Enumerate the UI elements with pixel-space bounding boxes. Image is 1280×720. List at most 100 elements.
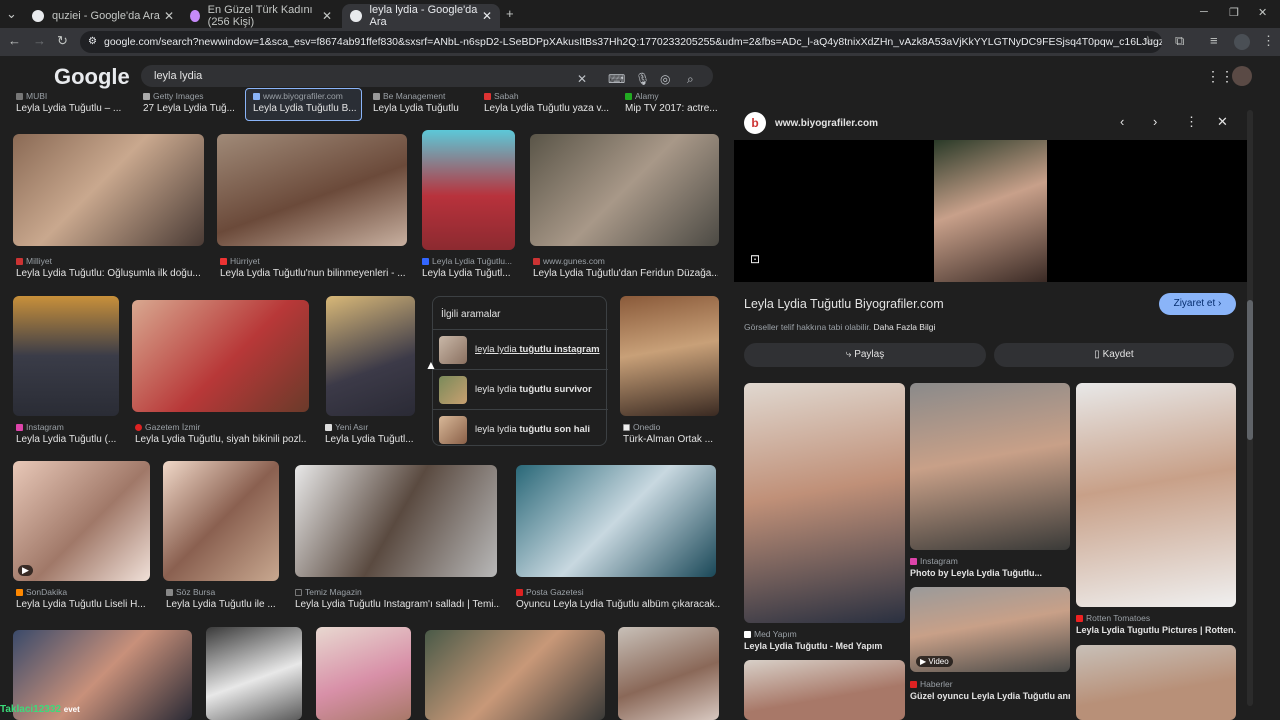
result-image[interactable] [618, 627, 719, 720]
result-image[interactable] [132, 300, 309, 412]
video-badge: ▶ Video [916, 656, 953, 667]
result-image[interactable] [163, 461, 279, 581]
result-title[interactable]: Leyla Lydia Tuğutl... [422, 268, 517, 279]
tab-3-active[interactable]: leyla lydia - Google'da Ara ✕ [342, 4, 500, 28]
site-info-icon[interactable]: ⚙ [88, 31, 97, 53]
result-title[interactable]: 27 Leyla Lydia Tuğ... [143, 103, 238, 114]
more-info-link[interactable]: Daha Fazla Bilgi [873, 322, 935, 332]
result-image[interactable] [206, 627, 302, 720]
new-tab-icon[interactable]: + [506, 6, 514, 21]
address-bar[interactable]: ⚙ google.com/search?newwindow=1&sca_esv=… [80, 31, 1162, 53]
result-title[interactable]: Leyla Lydia Tuğutlu Liseli H... [16, 599, 151, 610]
save-button[interactable]: ▯ Kaydet [994, 343, 1234, 367]
profile-avatar[interactable] [1234, 34, 1250, 50]
result-image[interactable] [295, 465, 497, 577]
panel-result-title[interactable]: Photo by Leyla Lydia Tuğutlu... [910, 568, 1070, 578]
close-tab-icon[interactable]: ✕ [164, 9, 174, 23]
result-image[interactable] [316, 627, 411, 720]
result-title[interactable]: Leyla Lydia Tuğutlu [373, 103, 483, 114]
bookmark-star-icon[interactable]: ☆ [1142, 33, 1154, 49]
visit-button[interactable]: Ziyaret et › [1159, 293, 1236, 315]
reload-icon[interactable]: ↻ [57, 33, 68, 49]
result-title[interactable]: Leyla Lydia Tuğutlu: Oğluşumla ilk doğu.… [16, 268, 206, 279]
result-image[interactable] [326, 296, 415, 416]
next-icon[interactable]: › [1153, 114, 1157, 129]
related-item[interactable]: leyla lydia tuğutlu son hali [433, 409, 608, 449]
related-item[interactable]: leyla lydia tuğutlu survivor [433, 369, 608, 409]
panel-result-image[interactable] [910, 383, 1070, 550]
search-box[interactable]: leyla lydia ✕ ⌨ 🎙 ◎ ⌕ [141, 65, 713, 87]
google-logo[interactable]: Google [54, 64, 130, 90]
close-window-icon[interactable]: ✕ [1258, 6, 1267, 19]
result-title[interactable]: Mip TV 2017: actre... [625, 103, 720, 114]
source-icon [16, 424, 23, 431]
lens-search-icon[interactable]: ⊡ [750, 252, 760, 266]
result-image[interactable] [13, 134, 204, 246]
source-icon [744, 631, 751, 638]
close-tab-icon[interactable]: ✕ [322, 9, 332, 23]
tab-1[interactable]: quziei - Google'da Ara ✕ [24, 4, 182, 28]
result-image[interactable] [13, 461, 150, 581]
result-image[interactable] [425, 630, 605, 720]
prev-icon[interactable]: ‹ [1120, 114, 1124, 129]
clear-icon[interactable]: ✕ [577, 68, 587, 90]
result-image[interactable] [516, 465, 716, 577]
account-avatar[interactable] [1232, 66, 1252, 86]
result-title[interactable]: Leyla Lydia Tuğutl... [325, 434, 415, 445]
result-title[interactable]: Leyla Lydia Tuğutlu ile ... [166, 599, 278, 610]
mic-icon[interactable]: 🎙 [635, 68, 650, 90]
result-source: Sabah [484, 91, 604, 101]
tab-2[interactable]: En Güzel Türk Kadını (256 Kişi) ✕ [182, 4, 340, 28]
result-title[interactable]: Leyla Lydia Tuğutlu, siyah bikinili pozl… [135, 434, 307, 445]
panel-title[interactable]: Leyla Lydia Tuğutlu Biyografiler.com [744, 297, 944, 311]
forward-icon[interactable]: → [33, 33, 46, 48]
panel-result-image[interactable] [744, 660, 905, 720]
menu-icon[interactable]: ⋮ [1262, 33, 1275, 49]
panel-result-title[interactable]: Güzel oyuncu Leyla Lydia Tuğutlu anne... [910, 691, 1070, 701]
result-title[interactable]: Leyla Lydia Tuğutlu yaza v... [484, 103, 609, 114]
scrollbar-thumb[interactable] [1247, 300, 1253, 440]
result-image[interactable] [422, 130, 515, 250]
preview-image[interactable] [934, 140, 1047, 282]
extensions-icon[interactable]: ⧉ [1175, 33, 1184, 49]
keyboard-icon[interactable]: ⌨ [608, 68, 625, 90]
result-image[interactable] [530, 134, 719, 246]
panel-result-image[interactable] [1076, 383, 1236, 607]
result-title[interactable]: Oyuncu Leyla Lydia Tuğutlu albüm çıkarac… [516, 599, 721, 610]
result-title[interactable]: Leyla Lydia Tuğutlu (... [16, 434, 118, 445]
close-panel-icon[interactable]: ✕ [1217, 114, 1228, 130]
google-favicon-icon [32, 10, 44, 22]
search-icon[interactable]: ⌕ [687, 68, 694, 90]
browser-toolbar: ← → ↻ ⚙ google.com/search?newwindow=1&sc… [0, 28, 1280, 56]
close-tab-icon[interactable]: ✕ [482, 9, 492, 23]
result-title[interactable]: Leyla Lydia Tuğutlu'dan Feridun Düzağa..… [533, 268, 718, 279]
result-title[interactable]: Leyla Lydia Tuğutlu'nun bilinmeyenleri -… [220, 268, 410, 279]
tab-search-icon[interactable]: ⌄ [6, 6, 17, 22]
panel-result-image[interactable] [744, 383, 905, 623]
result-title[interactable]: Leyla Lydia Tuğutlu – ... [16, 103, 131, 114]
related-searches: İlgili aramalar leyla lydia tuğutlu inst… [432, 296, 608, 449]
more-options-icon[interactable]: ⋮ [1185, 114, 1198, 130]
panel-result-image[interactable] [1076, 645, 1236, 720]
result-title[interactable]: Leyla Lydia Tuğutlu Instagram'ı salladı … [295, 599, 500, 610]
overlay-text: Taklaci12332 evet [0, 704, 80, 715]
related-item[interactable]: leyla lydia tuğutlu instagram [433, 329, 608, 369]
share-button[interactable]: ⤷ Paylaş [744, 343, 986, 367]
result-image[interactable] [217, 134, 407, 246]
result-title[interactable]: Leyla Lydia Tuğutlu B... [253, 103, 358, 114]
panel-result-title[interactable]: Leyla Lydia Tuğutlu - Med Yapım [744, 641, 909, 651]
username-text: Taklaci12332 [0, 704, 61, 715]
maximize-icon[interactable]: ❐ [1229, 6, 1239, 19]
minimize-icon[interactable]: ─ [1200, 6, 1208, 18]
result-title[interactable]: Türk-Alman Ortak ... [623, 434, 720, 445]
result-image[interactable] [620, 296, 719, 416]
result-image[interactable] [13, 296, 119, 416]
apps-grid-icon[interactable]: ⋮⋮ [1206, 68, 1234, 85]
reading-list-icon[interactable]: ≡ [1210, 33, 1218, 48]
panel-site[interactable]: www.biyografiler.com [775, 118, 878, 129]
panel-result-title[interactable]: Leyla Lydia Tugutlu Pictures | Rotten... [1076, 625, 1236, 635]
search-input[interactable]: leyla lydia [154, 70, 202, 82]
back-icon[interactable]: ← [8, 33, 21, 48]
source-icon [143, 93, 150, 100]
lens-icon[interactable]: ◎ [660, 68, 670, 90]
